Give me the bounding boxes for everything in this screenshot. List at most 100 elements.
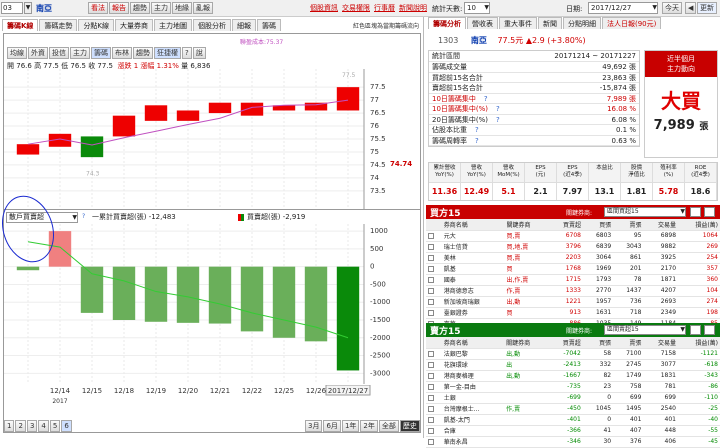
- row-checkbox[interactable]: [428, 298, 434, 305]
- buy-col-header[interactable]: 賣張: [613, 219, 644, 231]
- row-checkbox-cell[interactable]: [426, 381, 442, 393]
- row-checkbox[interactable]: [428, 232, 434, 239]
- sell-col-header[interactable]: 買張: [582, 337, 614, 349]
- date-input[interactable]: 2017/12/27 ▼: [588, 2, 658, 14]
- buy-col-header[interactable]: 關鍵券商: [504, 219, 549, 231]
- sell-row[interactable]: 港商麥格理 出,動 -1667 82 1749 1831 -343: [426, 370, 720, 382]
- right-tab-0[interactable]: 籌碼分析: [428, 17, 466, 29]
- help-icon[interactable]: ?: [475, 126, 479, 134]
- row-checkbox-cell[interactable]: [426, 285, 442, 297]
- help-icon[interactable]: ?: [82, 213, 85, 220]
- buy-row[interactable]: 港商德意志 作,賣 1333 2770 1437 4207 104: [426, 285, 720, 297]
- indicator-3[interactable]: 主力: [70, 47, 90, 59]
- right-tab-2[interactable]: 重大事件: [499, 17, 537, 29]
- sell-row[interactable]: 第一金-目由 -735 23 758 781 -86: [426, 381, 720, 393]
- row-checkbox[interactable]: [428, 287, 434, 294]
- row-checkbox[interactable]: [428, 309, 434, 316]
- refresh-button[interactable]: 更新: [697, 2, 717, 14]
- row-checkbox[interactable]: [428, 243, 434, 250]
- row-checkbox[interactable]: [428, 372, 434, 379]
- trade-days-select[interactable]: 10 ▼: [464, 2, 490, 14]
- right-tab-3[interactable]: 新聞: [538, 17, 562, 29]
- right-tab-5[interactable]: 法人日報(90元): [602, 17, 662, 29]
- range-4[interactable]: 全部: [378, 420, 399, 432]
- row-checkbox[interactable]: [428, 265, 434, 272]
- right-tab-1[interactable]: 營收表: [467, 17, 498, 29]
- prev-arrow-button[interactable]: ◀: [685, 2, 697, 14]
- sell-col-header[interactable]: 交易量: [643, 337, 678, 349]
- indicator-4[interactable]: 籌碼: [91, 47, 111, 59]
- stock-code-input[interactable]: 03: [1, 2, 23, 14]
- range-0[interactable]: 3月: [305, 420, 323, 432]
- row-checkbox[interactable]: [428, 394, 434, 401]
- buy-col-header[interactable]: 買賣超: [548, 219, 583, 231]
- row-checkbox[interactable]: [428, 438, 434, 445]
- row-checkbox-cell[interactable]: [426, 230, 442, 242]
- sell-col-header[interactable]: 券商名稱: [441, 337, 505, 349]
- sell-col-header[interactable]: 關鍵券商: [504, 337, 549, 349]
- buy-menu-button[interactable]: [704, 207, 715, 217]
- toolbar-link-3[interactable]: 新聞說明: [399, 3, 427, 13]
- row-checkbox-cell[interactable]: [426, 425, 442, 437]
- sell-menu-button[interactable]: [704, 325, 715, 335]
- toolbar-button-2[interactable]: 趨勢: [130, 2, 150, 14]
- indicator-2[interactable]: 投信: [49, 47, 69, 59]
- today-button[interactable]: 今天: [662, 2, 682, 14]
- row-checkbox-cell[interactable]: [426, 348, 442, 360]
- indicator-0[interactable]: 均線: [7, 47, 27, 59]
- sell-col-header[interactable]: 賣張: [613, 337, 644, 349]
- buy-col-header[interactable]: 交易量: [643, 219, 679, 231]
- row-checkbox-cell[interactable]: [426, 296, 442, 308]
- toolbar-link-0[interactable]: 個股資訊: [310, 3, 338, 13]
- indicator-1[interactable]: 外資: [28, 47, 48, 59]
- buy-row[interactable]: 元大 買,賣 6708 6803 95 6898 1064: [426, 230, 720, 242]
- toolbar-button-5[interactable]: 亂報: [193, 2, 213, 14]
- toolbar-link-1[interactable]: 交易權限: [342, 3, 370, 13]
- row-checkbox[interactable]: [428, 383, 434, 390]
- row-checkbox-cell[interactable]: [426, 370, 442, 382]
- buy-col-header[interactable]: 買張: [583, 219, 614, 231]
- row-checkbox-cell[interactable]: [426, 359, 442, 371]
- sell-col-header[interactable]: 買賣超: [548, 337, 583, 349]
- row-checkbox-cell[interactable]: [426, 263, 442, 275]
- left-tab-0[interactable]: 籌碼K線: [2, 19, 39, 31]
- sell-filter-select[interactable]: 區間賣超15 ▼: [604, 325, 686, 335]
- toolbar-button-1[interactable]: 報告: [109, 2, 129, 14]
- indicator-5[interactable]: 布林: [112, 47, 132, 59]
- help-icon[interactable]: ?: [484, 95, 488, 103]
- help-icon[interactable]: ?: [475, 137, 479, 145]
- page-3[interactable]: 3: [26, 420, 38, 432]
- toolbar-button-4[interactable]: 地緣: [172, 2, 192, 14]
- row-checkbox[interactable]: [428, 405, 434, 412]
- indicator-6[interactable]: 趨勢: [133, 47, 153, 59]
- sell-row[interactable]: 合庫 -366 41 407 448 -55: [426, 425, 720, 437]
- indicator-8[interactable]: ?: [182, 47, 192, 59]
- row-checkbox[interactable]: [428, 254, 434, 261]
- row-checkbox-cell[interactable]: [426, 403, 442, 415]
- buy-col-header[interactable]: 損益(萬): [678, 219, 720, 231]
- sell-expand-button[interactable]: [690, 325, 701, 335]
- sell-row[interactable]: 台灣摩根士... 作,賣 -450 1045 1495 2540 -25: [426, 403, 720, 415]
- left-tab-2[interactable]: 分點K線: [78, 19, 115, 31]
- range-2[interactable]: 1年: [341, 420, 360, 432]
- page-4[interactable]: 4: [38, 420, 49, 432]
- row-checkbox-cell[interactable]: [426, 414, 442, 426]
- row-checkbox[interactable]: [428, 427, 434, 434]
- page-2[interactable]: 2: [15, 420, 26, 432]
- left-tab-6[interactable]: 細報: [232, 19, 257, 31]
- left-tab-4[interactable]: 主力地圖: [154, 19, 193, 31]
- toolbar-button-3[interactable]: 主力: [151, 2, 171, 14]
- left-tab-1[interactable]: 籌碼走勢: [39, 19, 78, 31]
- row-checkbox[interactable]: [428, 350, 434, 357]
- left-tab-3[interactable]: 大量券商: [115, 19, 154, 31]
- left-tab-5[interactable]: 個股分析: [193, 19, 232, 31]
- buy-row[interactable]: 臺銀證券買 913 1631 718 2349 198: [426, 307, 720, 319]
- buy-row[interactable]: 凱基買 1768 1969 201 2170 357: [426, 263, 720, 275]
- toolbar-button-0[interactable]: 看法: [88, 2, 108, 14]
- sell-col-header[interactable]: 損益(萬): [677, 337, 720, 349]
- buy-row[interactable]: 新加坡商瑞銀 出,動 1221 1957 736 2693 274: [426, 296, 720, 308]
- right-tab-4[interactable]: 分點明細: [563, 17, 601, 29]
- sell-row[interactable]: 土銀 -699 0 699 699 -110: [426, 392, 720, 404]
- row-checkbox-cell[interactable]: [426, 274, 442, 286]
- sell-row[interactable]: 花旗環球出 -2413 332 2745 3077 -618: [426, 359, 720, 371]
